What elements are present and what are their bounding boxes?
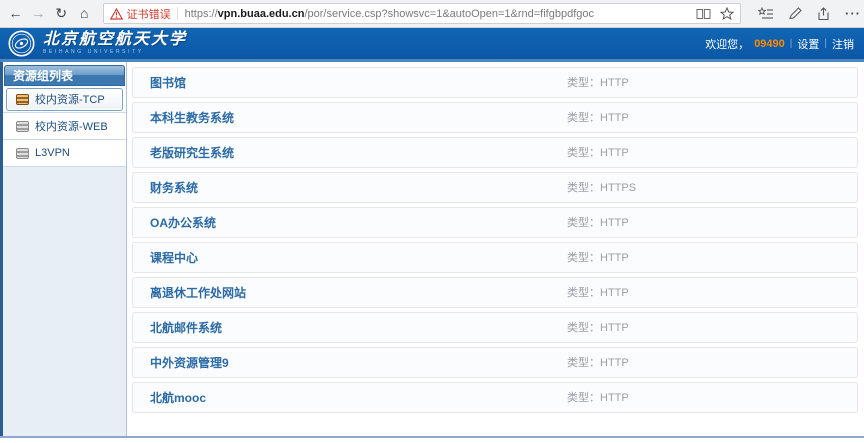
- resource-group-icon: [16, 148, 29, 159]
- browser-actions: ···: [755, 6, 864, 21]
- resource-link[interactable]: OA办公系统: [150, 214, 216, 231]
- university-logo: [8, 30, 35, 57]
- resource-group-icon: [16, 94, 29, 105]
- site-header: 北京航空航天大学 BEIHANG UNIVERSITY 欢迎您， 09490 |…: [0, 28, 864, 62]
- resource-type: 类型：HTTP: [567, 138, 629, 168]
- resource-type-value: HTTP: [600, 287, 629, 299]
- resource-type-value: HTTP: [600, 147, 629, 159]
- resource-type-label: 类型：: [567, 287, 600, 299]
- resource-type-value: HTTPS: [600, 182, 636, 194]
- logout-link[interactable]: 注销: [832, 36, 854, 52]
- more-options-icon[interactable]: ···: [842, 6, 864, 21]
- resource-link[interactable]: 北航mooc: [150, 389, 206, 406]
- resource-type: 类型：HTTP: [567, 383, 629, 413]
- sidebar-item[interactable]: 校内资源-TCP: [3, 86, 126, 113]
- university-name-en: BEIHANG UNIVERSITY: [43, 49, 187, 55]
- resource-link[interactable]: 离退休工作处网站: [150, 284, 246, 301]
- university-name-block: 北京航空航天大学 BEIHANG UNIVERSITY: [43, 32, 187, 56]
- sidebar-item-label: L3VPN: [35, 147, 70, 159]
- resource-type: 类型：HTTP: [567, 278, 629, 308]
- resource-type: 类型：HTTP: [567, 348, 629, 378]
- university-name-cn: 北京航空航天大学: [43, 32, 187, 49]
- back-icon[interactable]: ←: [4, 0, 27, 27]
- resource-list: 图书馆 类型：HTTP 本科生教务系统 类型：HTTP 老版研究生系统 类型：H…: [127, 62, 864, 436]
- resource-row: OA办公系统 类型：HTTP: [132, 207, 858, 238]
- resource-type-label: 类型：: [567, 147, 600, 159]
- resource-type-value: HTTP: [600, 77, 629, 89]
- resource-row: 课程中心 类型：HTTP: [132, 242, 858, 273]
- resource-link[interactable]: 课程中心: [150, 249, 198, 266]
- web-note-pen-icon[interactable]: [784, 7, 806, 20]
- resource-row: 图书馆 类型：HTTP: [132, 67, 858, 98]
- resource-link[interactable]: 中外资源管理9: [150, 354, 229, 371]
- settings-link[interactable]: 设置: [797, 36, 819, 52]
- username: 09490: [754, 38, 785, 50]
- sidebar: 资源组列表 校内资源-TCP 校内资源-WEB L3VPN: [0, 62, 127, 436]
- sidebar-item-label: 校内资源-TCP: [35, 91, 105, 107]
- reading-view-icon[interactable]: [696, 8, 711, 20]
- page-body: 资源组列表 校内资源-TCP 校内资源-WEB L3VPN 图书馆 类型：HTT…: [0, 62, 864, 436]
- resource-link[interactable]: 本科生教务系统: [150, 109, 234, 126]
- resource-type-value: HTTP: [600, 217, 629, 229]
- sidebar-title: 资源组列表: [4, 65, 125, 86]
- welcome-text: 欢迎您，: [705, 36, 749, 52]
- refresh-icon[interactable]: ↻: [50, 0, 73, 27]
- header-separator: |: [790, 38, 793, 49]
- resource-type: 类型：HTTP: [567, 68, 629, 98]
- resource-type-label: 类型：: [567, 322, 600, 334]
- favorites-hub-icon[interactable]: [755, 7, 777, 20]
- resource-row: 本科生教务系统 类型：HTTP: [132, 102, 858, 133]
- resource-row: 老版研究生系统 类型：HTTP: [132, 137, 858, 168]
- resource-type: 类型：HTTP: [567, 313, 629, 343]
- resource-type-value: HTTP: [600, 322, 629, 334]
- resource-type-label: 类型：: [567, 357, 600, 369]
- resource-type: 类型：HTTPS: [567, 173, 636, 203]
- address-bar-divider: [177, 7, 178, 20]
- resource-type-label: 类型：: [567, 77, 600, 89]
- resource-group-icon: [16, 121, 29, 132]
- resource-type: 类型：HTTP: [567, 243, 629, 273]
- resource-type-label: 类型：: [567, 217, 600, 229]
- resource-type-label: 类型：: [567, 392, 600, 404]
- forward-icon[interactable]: →: [27, 0, 50, 27]
- home-icon[interactable]: ⌂: [73, 0, 96, 27]
- resource-link[interactable]: 老版研究生系统: [150, 144, 234, 161]
- resource-link[interactable]: 财务系统: [150, 179, 198, 196]
- browser-toolbar: ← → ↻ ⌂ 证书错误 https://vpn.buaa.edu.cn/por…: [0, 0, 864, 28]
- sidebar-empty-area: [3, 167, 126, 436]
- favorite-star-icon[interactable]: [720, 7, 734, 20]
- resource-row: 财务系统 类型：HTTPS: [132, 172, 858, 203]
- sidebar-item[interactable]: 校内资源-WEB: [3, 113, 126, 140]
- resource-link[interactable]: 图书馆: [150, 74, 186, 91]
- resource-type: 类型：HTTP: [567, 208, 629, 238]
- resource-row: 中外资源管理9 类型：HTTP: [132, 347, 858, 378]
- certificate-warning-icon[interactable]: [110, 8, 123, 20]
- resource-type-label: 类型：: [567, 112, 600, 124]
- resource-type: 类型：HTTP: [567, 103, 629, 133]
- footer-divider: [0, 436, 864, 438]
- certificate-error-label[interactable]: 证书错误: [127, 6, 171, 22]
- resource-type-value: HTTP: [600, 112, 629, 124]
- address-bar[interactable]: 证书错误 https://vpn.buaa.edu.cn/por/service…: [103, 3, 741, 24]
- resource-type-label: 类型：: [567, 182, 600, 194]
- sidebar-item[interactable]: L3VPN: [3, 140, 126, 167]
- resource-row: 北航mooc 类型：HTTP: [132, 382, 858, 413]
- resource-type-label: 类型：: [567, 252, 600, 264]
- user-area: 欢迎您， 09490 | 设置 | 注销: [705, 36, 854, 52]
- share-icon[interactable]: [813, 7, 835, 21]
- header-separator: |: [824, 38, 827, 49]
- resource-type-value: HTTP: [600, 392, 629, 404]
- screen: ← → ↻ ⌂ 证书错误 https://vpn.buaa.edu.cn/por…: [0, 0, 864, 443]
- resource-link[interactable]: 北航邮件系统: [150, 319, 222, 336]
- resource-row: 北航邮件系统 类型：HTTP: [132, 312, 858, 343]
- sidebar-item-list: 校内资源-TCP 校内资源-WEB L3VPN: [3, 86, 126, 167]
- resource-type-value: HTTP: [600, 252, 629, 264]
- resource-row: 离退休工作处网站 类型：HTTP: [132, 277, 858, 308]
- resource-type-value: HTTP: [600, 357, 629, 369]
- url-text[interactable]: https://vpn.buaa.edu.cn/por/service.csp?…: [185, 8, 687, 20]
- sidebar-item-label: 校内资源-WEB: [35, 118, 108, 134]
